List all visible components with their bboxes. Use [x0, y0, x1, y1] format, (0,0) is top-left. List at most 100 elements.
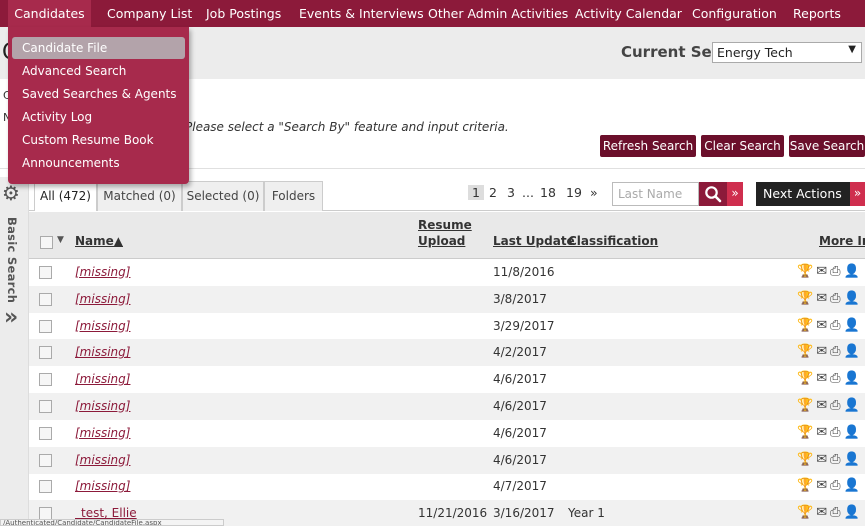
trophy-icon[interactable]: 🏆	[797, 318, 813, 333]
person-icon[interactable]: 👤	[844, 478, 860, 493]
printer-icon[interactable]: ⎙	[830, 425, 840, 440]
trophy-icon[interactable]: 🏆	[797, 344, 813, 359]
refresh-search-button[interactable]: Refresh Search	[600, 135, 696, 157]
printer-icon[interactable]: ⎙	[830, 344, 840, 359]
row-checkbox[interactable]	[39, 426, 52, 440]
save-search-button[interactable]: Save Search	[789, 135, 865, 157]
page-link[interactable]: 19	[566, 185, 582, 200]
tab-folders[interactable]: Folders	[264, 181, 323, 211]
page-link[interactable]: 2	[489, 185, 497, 200]
search-button[interactable]	[699, 182, 727, 206]
tab-selected[interactable]: Selected (0)	[182, 181, 264, 211]
next-page-link[interactable]: »	[590, 185, 598, 200]
trophy-icon[interactable]: 🏆	[797, 398, 813, 413]
trophy-icon[interactable]: 🏆	[797, 505, 813, 520]
tab-all[interactable]: All (472)	[34, 181, 97, 211]
expand-chevron-icon[interactable]: »	[4, 305, 18, 330]
person-icon[interactable]: 👤	[844, 291, 860, 306]
next-actions-button[interactable]: Next Actions	[756, 182, 850, 206]
column-header-last-update[interactable]: Last Update	[493, 234, 575, 248]
menu-item-advanced-search[interactable]: Advanced Search	[22, 64, 126, 78]
printer-icon[interactable]: ⎙	[830, 291, 840, 306]
nav-other-admin[interactable]: Other Admin Activities	[428, 0, 568, 27]
nav-company-list[interactable]: Company List	[107, 0, 192, 27]
envelope-icon[interactable]: ✉	[816, 318, 827, 333]
person-icon[interactable]: 👤	[844, 452, 860, 467]
candidate-name-link[interactable]: [missing]	[75, 399, 130, 413]
last-name-search-input[interactable]: Last Name	[612, 182, 699, 206]
nav-events-interviews[interactable]: Events & Interviews	[299, 0, 424, 27]
candidate-name-link[interactable]: [missing]	[75, 292, 130, 306]
envelope-icon[interactable]: ✉	[816, 371, 827, 386]
envelope-icon[interactable]: ✉	[816, 425, 827, 440]
envelope-icon[interactable]: ✉	[816, 452, 827, 467]
row-checkbox[interactable]	[39, 453, 52, 467]
printer-icon[interactable]: ⎙	[830, 478, 840, 493]
nav-activity-calendar[interactable]: Activity Calendar	[575, 0, 682, 27]
column-header-classification[interactable]: Classification	[568, 234, 658, 248]
row-checkbox[interactable]	[39, 400, 52, 413]
column-header-resume-upload[interactable]: Upload	[418, 234, 465, 248]
menu-item-announcements[interactable]: Announcements	[22, 156, 120, 170]
basic-search-toggle[interactable]: Basic Search	[5, 217, 19, 303]
printer-icon[interactable]: ⎙	[830, 318, 840, 333]
envelope-icon[interactable]: ✉	[816, 291, 827, 306]
trophy-icon[interactable]: 🏆	[797, 291, 813, 306]
row-checkbox[interactable]	[39, 292, 52, 306]
candidate-name-link[interactable]: [missing]	[75, 265, 130, 279]
menu-item-activity-log[interactable]: Activity Log	[22, 110, 92, 124]
gear-icon[interactable]: ⚙	[2, 181, 20, 205]
candidate-name-link[interactable]: [missing]	[75, 426, 130, 440]
candidate-name-link[interactable]: [missing]	[75, 319, 130, 333]
current-set-select[interactable]: Energy Tech ▼	[712, 42, 862, 63]
tab-matched[interactable]: Matched (0)	[97, 181, 182, 211]
candidate-name-link[interactable]: [missing]	[75, 453, 130, 467]
menu-item-candidate-file[interactable]: Candidate File	[12, 37, 185, 59]
trophy-icon[interactable]: 🏆	[797, 371, 813, 386]
envelope-icon[interactable]: ✉	[816, 505, 827, 520]
envelope-icon[interactable]: ✉	[816, 344, 827, 359]
trophy-icon[interactable]: 🏆	[797, 264, 813, 279]
nav-configuration[interactable]: Configuration	[692, 0, 777, 27]
candidate-name-link[interactable]: [missing]	[75, 372, 130, 386]
search-options-arrow[interactable]: »	[727, 182, 743, 206]
trophy-icon[interactable]: 🏆	[797, 452, 813, 467]
printer-icon[interactable]: ⎙	[830, 505, 840, 520]
column-header-resume-upload[interactable]: Resume	[418, 218, 472, 232]
select-all-checkbox[interactable]	[40, 236, 53, 249]
envelope-icon[interactable]: ✉	[816, 398, 827, 413]
row-checkbox[interactable]	[39, 266, 52, 279]
menu-item-saved-searches[interactable]: Saved Searches & Agents	[22, 87, 177, 101]
next-actions-arrow[interactable]: »	[850, 182, 865, 206]
menu-item-custom-resume-book[interactable]: Custom Resume Book	[22, 133, 154, 147]
page-link[interactable]: 1	[468, 185, 484, 200]
envelope-icon[interactable]: ✉	[816, 478, 827, 493]
column-header-name[interactable]: Name▲	[75, 234, 123, 248]
row-checkbox[interactable]	[39, 319, 52, 333]
row-checkbox[interactable]	[39, 346, 52, 360]
person-icon[interactable]: 👤	[844, 505, 860, 520]
candidate-name-link[interactable]: [missing]	[75, 345, 130, 359]
person-icon[interactable]: 👤	[844, 425, 860, 440]
trophy-icon[interactable]: 🏆	[797, 478, 813, 493]
chevron-down-icon[interactable]: ▼	[57, 235, 64, 245]
printer-icon[interactable]: ⎙	[830, 371, 840, 386]
person-icon[interactable]: 👤	[844, 344, 860, 359]
printer-icon[interactable]: ⎙	[830, 398, 840, 413]
trophy-icon[interactable]: 🏆	[797, 425, 813, 440]
envelope-icon[interactable]: ✉	[816, 264, 827, 279]
nav-job-postings[interactable]: Job Postings	[206, 0, 281, 27]
page-link[interactable]: 3	[507, 185, 515, 200]
printer-icon[interactable]: ⎙	[830, 264, 840, 279]
person-icon[interactable]: 👤	[844, 264, 860, 279]
row-checkbox[interactable]	[39, 480, 52, 494]
candidate-name-link[interactable]: [missing]	[75, 479, 130, 493]
page-link[interactable]: 18	[540, 185, 556, 200]
person-icon[interactable]: 👤	[844, 398, 860, 413]
row-checkbox[interactable]	[39, 373, 52, 387]
person-icon[interactable]: 👤	[844, 371, 860, 386]
clear-search-button[interactable]: Clear Search	[701, 135, 784, 157]
person-icon[interactable]: 👤	[844, 318, 860, 333]
printer-icon[interactable]: ⎙	[830, 452, 840, 467]
nav-candidates[interactable]: Candidates	[8, 0, 91, 27]
